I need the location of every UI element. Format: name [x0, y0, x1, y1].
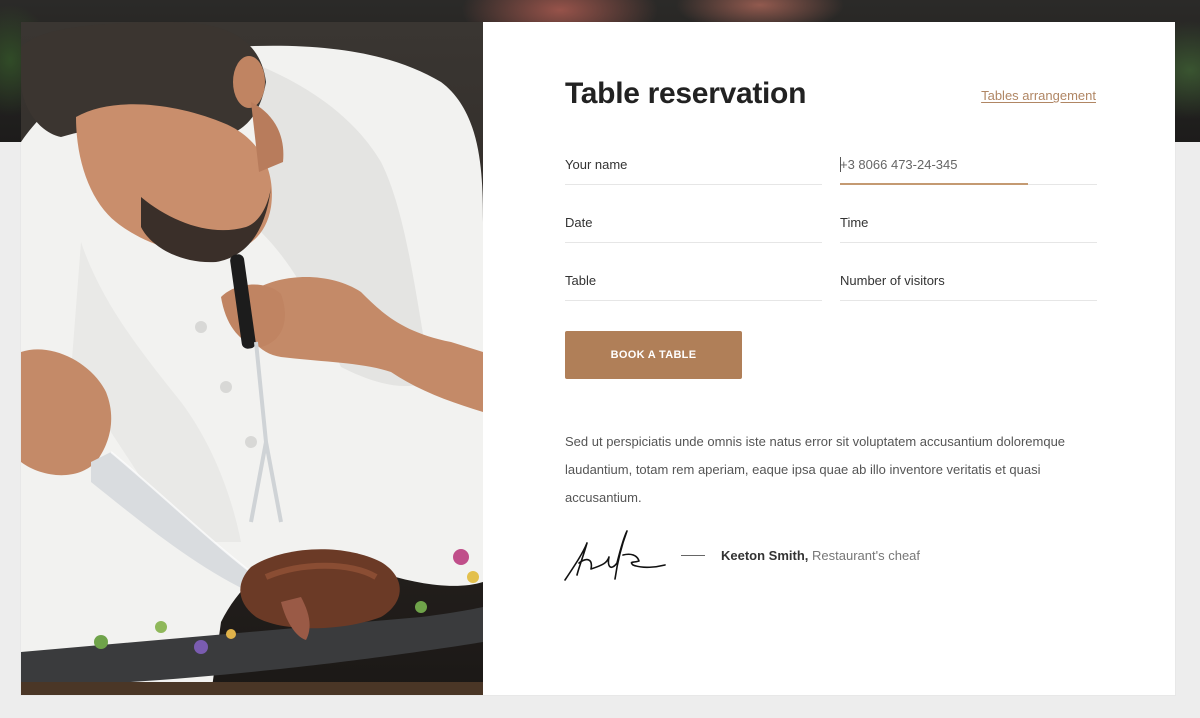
table-field-label: Table	[565, 273, 597, 288]
visitors-field[interactable]: Number of visitors	[840, 261, 1097, 301]
phone-field[interactable]	[840, 145, 1097, 185]
chef-photo	[21, 22, 483, 695]
text-cursor	[840, 157, 841, 172]
visitors-field-label: Number of visitors	[840, 273, 945, 288]
reservation-form: Table reservation Tables arrangement You…	[483, 22, 1175, 695]
phone-input[interactable]	[840, 145, 1097, 184]
description-text: Sed ut perspiciatis unde omnis iste natu…	[565, 434, 1066, 505]
author-role: Restaurant's cheaf	[812, 548, 921, 563]
phone-field-focus-underline	[840, 183, 1028, 185]
signature-icon	[563, 525, 667, 590]
date-field[interactable]: Date	[565, 203, 822, 243]
name-field[interactable]: Your name	[565, 145, 822, 185]
name-field-label: Your name	[565, 157, 628, 172]
author-dash	[681, 555, 705, 556]
time-field-label: Time	[840, 215, 869, 230]
page-title: Table reservation	[565, 77, 807, 110]
book-table-button[interactable]: BOOK A TABLE	[565, 331, 742, 379]
author-name: Keeton Smith,	[721, 548, 809, 563]
time-field[interactable]: Time	[840, 203, 1097, 243]
reservation-card: Table reservation Tables arrangement You…	[21, 22, 1175, 695]
date-field-label: Date	[565, 215, 593, 230]
author-credit: Keeton Smith, Restaurant's cheaf	[721, 548, 920, 563]
table-field[interactable]: Table	[565, 261, 822, 301]
tables-arrangement-link[interactable]: Tables arrangement	[981, 88, 1096, 103]
